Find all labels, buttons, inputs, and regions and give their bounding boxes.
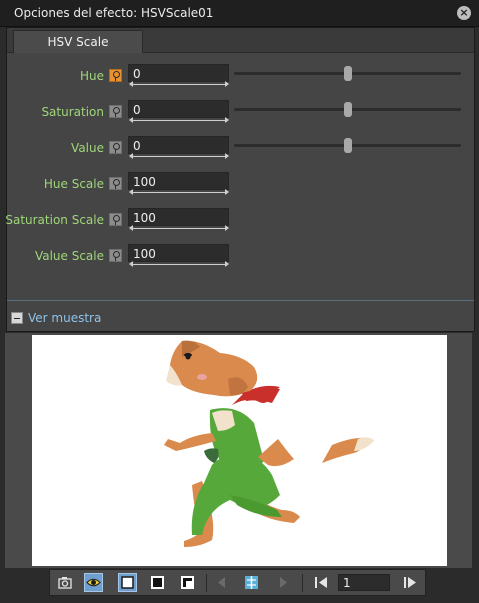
checker-bg-icon[interactable] <box>178 573 197 592</box>
preview-toolbar: 1 <box>49 569 426 596</box>
drag-arrows-icon[interactable] <box>129 81 229 87</box>
slider-thumb[interactable] <box>343 102 352 117</box>
hue-field[interactable]: 0 <box>128 64 229 82</box>
param-label: Saturation <box>41 105 104 119</box>
hue-slider[interactable] <box>234 66 461 81</box>
separator <box>302 574 303 592</box>
param-row-value-scale: Value Scale 100 <box>7 244 474 268</box>
black-bg-icon[interactable] <box>148 573 167 592</box>
slider-thumb[interactable] <box>343 66 352 81</box>
saturation-slider[interactable] <box>234 102 461 117</box>
preview-canvas <box>32 335 447 566</box>
tab-hsv-scale[interactable]: HSV Scale <box>13 30 143 53</box>
first-frame-icon[interactable] <box>312 573 331 592</box>
param-label: Hue Scale <box>43 177 104 191</box>
compare-icon[interactable] <box>242 573 261 592</box>
title-bar: Opciones del efecto: HSVScale01 × <box>0 0 479 27</box>
keyframe-icon[interactable] <box>109 69 122 82</box>
keyframe-icon[interactable] <box>109 105 122 118</box>
divider <box>7 300 474 301</box>
keyframe-icon[interactable] <box>109 249 122 262</box>
eye-icon[interactable] <box>84 573 103 592</box>
hue-scale-field[interactable]: 100 <box>128 172 229 190</box>
drag-arrows-icon[interactable] <box>129 117 229 123</box>
saturation-scale-field[interactable]: 100 <box>128 208 229 226</box>
next-icon[interactable] <box>274 573 293 592</box>
drag-arrows-icon[interactable] <box>129 153 229 159</box>
value-field[interactable]: 0 <box>128 136 229 154</box>
drag-arrows-icon[interactable] <box>129 225 229 231</box>
running-dog-image <box>164 340 374 547</box>
tab-strip: HSV Scale <box>7 28 474 53</box>
prev-icon[interactable] <box>212 573 231 592</box>
slider-thumb[interactable] <box>343 138 352 153</box>
preview-area <box>5 333 472 568</box>
separator <box>206 574 207 592</box>
param-row-hue: Hue 0 <box>7 64 474 88</box>
white-bg-icon[interactable] <box>118 573 137 592</box>
param-label: Saturation Scale <box>5 213 104 227</box>
frame-field[interactable]: 1 <box>338 574 390 591</box>
param-row-value: Value 0 <box>7 136 474 160</box>
camera-icon[interactable] <box>56 573 75 592</box>
keyframe-icon[interactable] <box>109 177 122 190</box>
preview-toggle-label[interactable]: Ver muestra <box>28 311 101 325</box>
value-slider[interactable] <box>234 138 461 153</box>
last-frame-icon[interactable] <box>400 573 419 592</box>
drag-arrows-icon[interactable] <box>129 261 229 267</box>
param-row-saturation: Saturation 0 <box>7 100 474 124</box>
effect-options-panel: HSV Scale Hue 0 Saturation 0 Value 0 Hue… <box>5 27 475 332</box>
keyframe-icon[interactable] <box>109 213 122 226</box>
close-icon[interactable]: × <box>457 6 471 20</box>
keyframe-icon[interactable] <box>109 141 122 154</box>
param-row-hue-scale: Hue Scale 100 <box>7 172 474 196</box>
param-row-saturation-scale: Saturation Scale 100 <box>5 208 474 232</box>
value-scale-field[interactable]: 100 <box>128 244 229 262</box>
param-label: Value <box>71 141 104 155</box>
drag-arrows-icon[interactable] <box>129 189 229 195</box>
saturation-field[interactable]: 0 <box>128 100 229 118</box>
collapse-icon[interactable] <box>11 312 23 324</box>
param-label: Hue <box>79 69 104 83</box>
param-label: Value Scale <box>34 249 104 263</box>
window-title: Opciones del efecto: HSVScale01 <box>14 6 214 20</box>
